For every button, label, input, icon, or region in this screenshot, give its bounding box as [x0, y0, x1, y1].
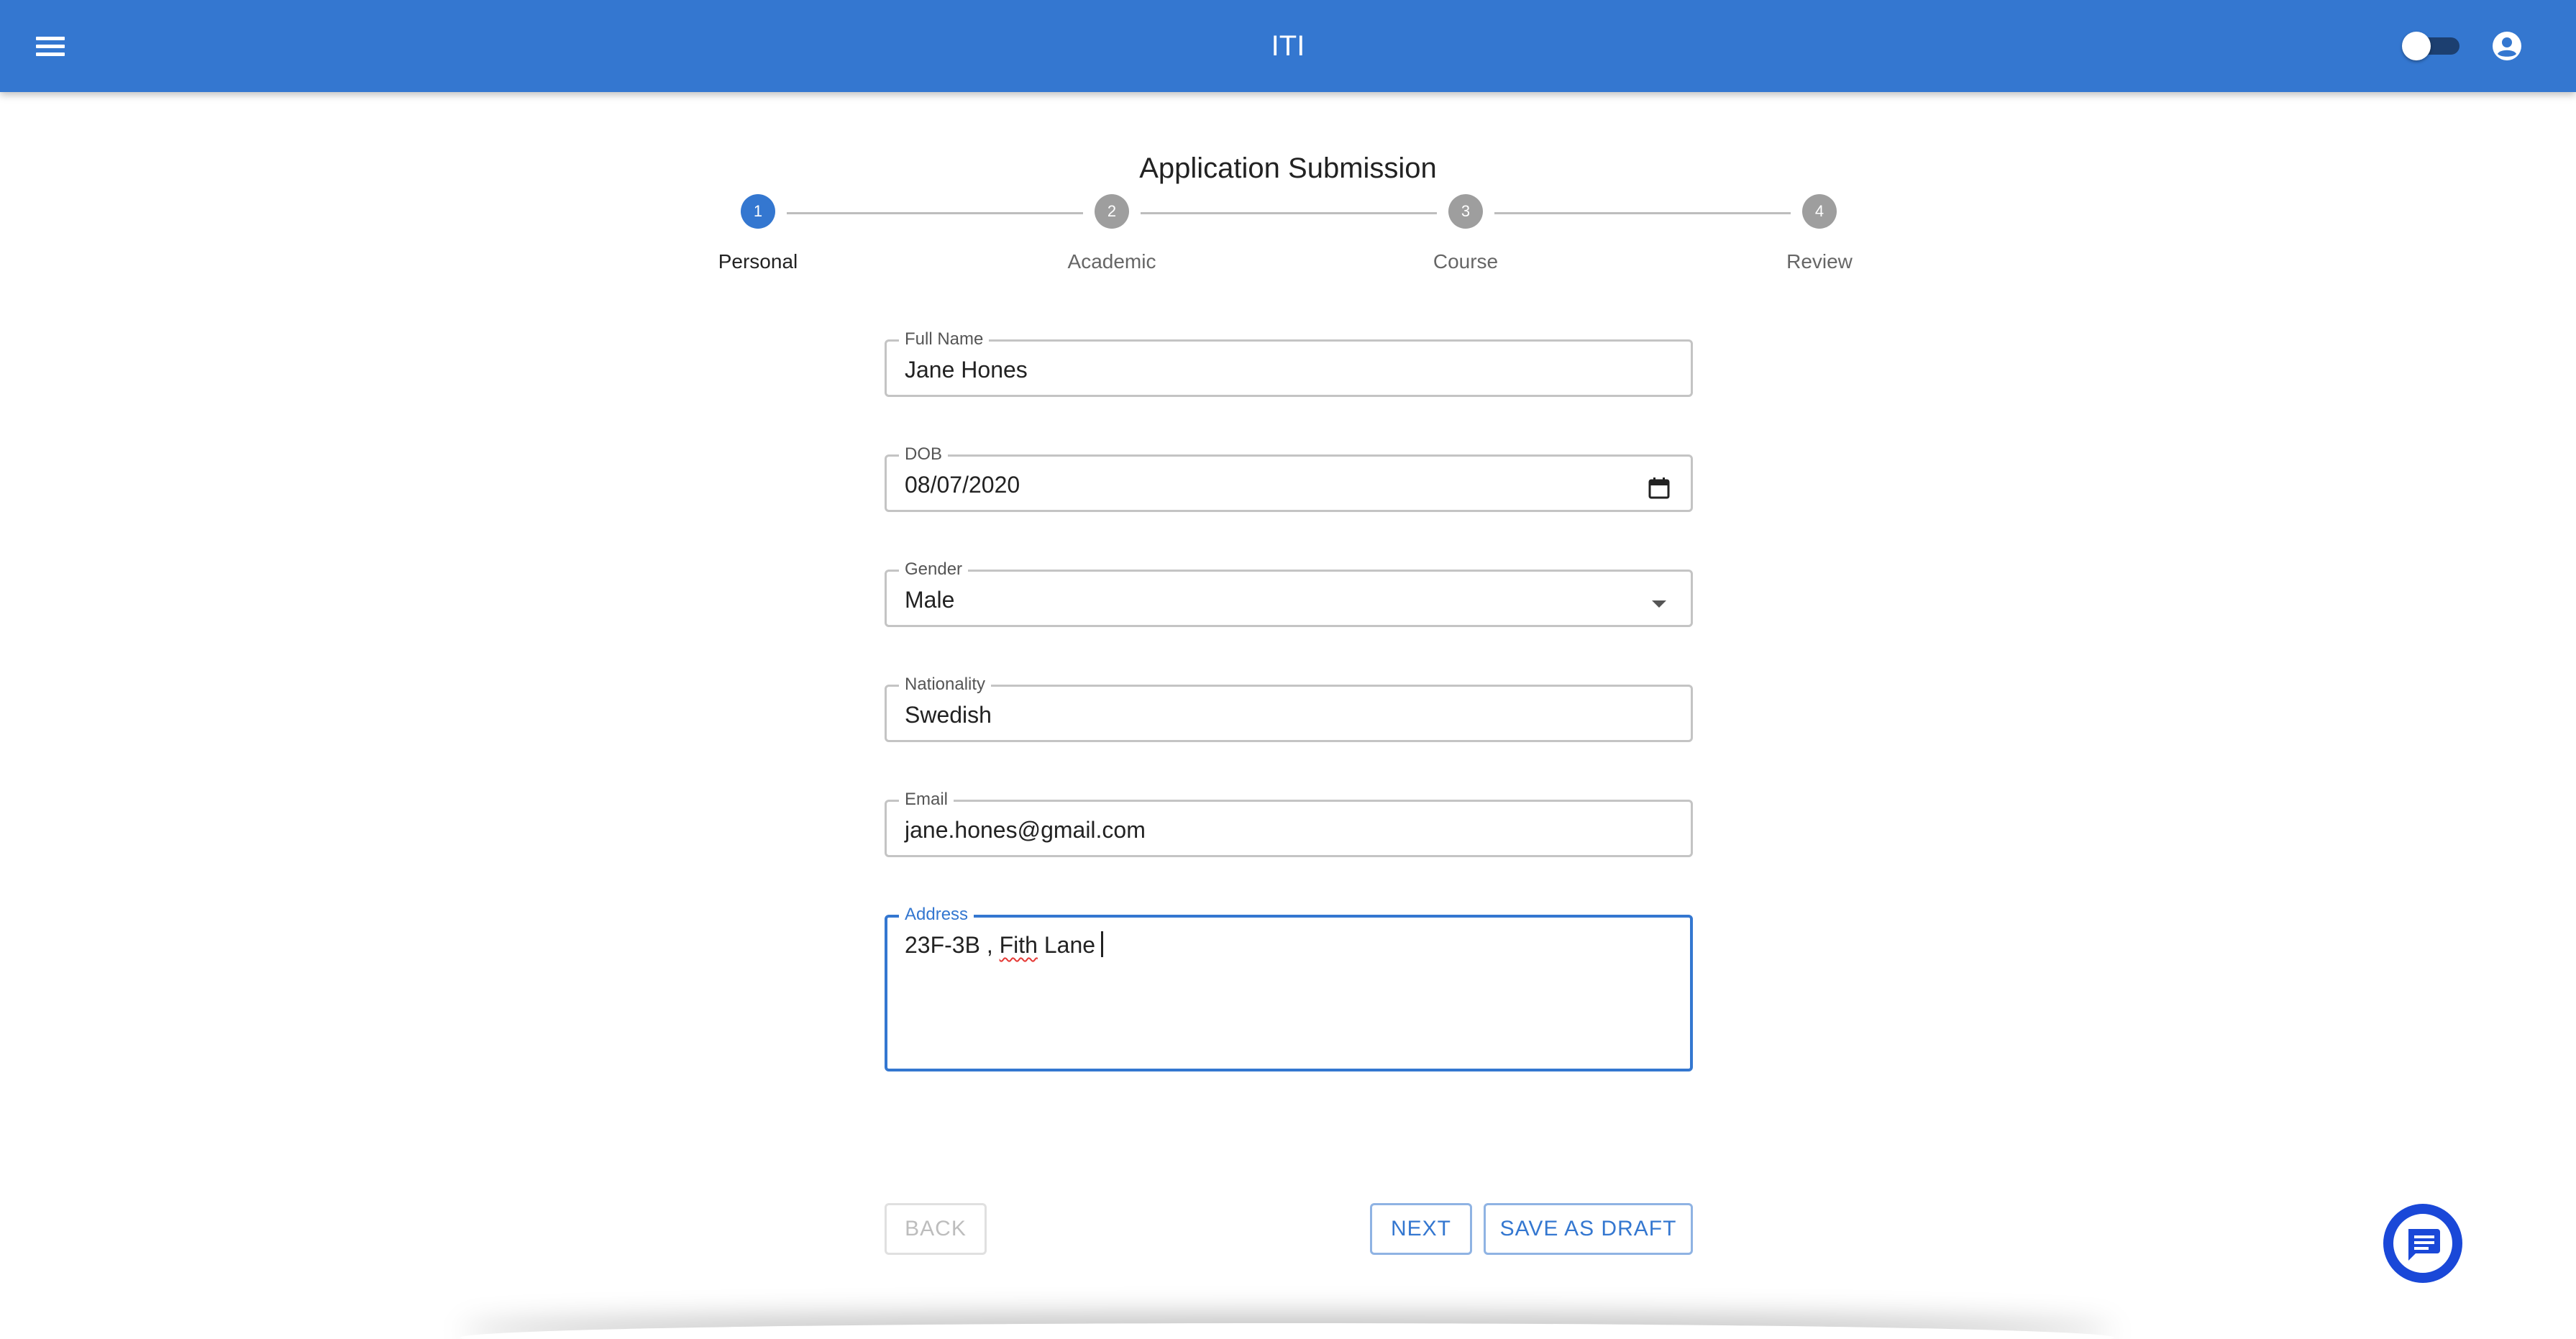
- dropdown-arrow-icon[interactable]: [1647, 591, 1671, 616]
- email-field[interactable]: Email jane.hones@gmail.com: [885, 790, 1693, 857]
- text-cursor: [1101, 931, 1104, 957]
- account-circle-icon[interactable]: [2490, 29, 2524, 63]
- email-label: Email: [899, 790, 954, 810]
- next-button[interactable]: NEXT: [1370, 1203, 1472, 1255]
- address-text-end: Lane: [1037, 932, 1096, 958]
- step-course[interactable]: 3 Course: [1372, 194, 1559, 273]
- gender-value: Male: [905, 587, 955, 613]
- address-label: Address: [899, 905, 974, 925]
- nationality-value: Swedish: [905, 702, 992, 728]
- spellcheck-word: Fith: [999, 932, 1038, 958]
- toggle-thumb: [2402, 32, 2431, 60]
- step-number: 3: [1448, 194, 1483, 229]
- address-field[interactable]: Address 23F-3B , Fith Lane: [885, 905, 1693, 1071]
- step-label: Course: [1433, 250, 1499, 273]
- step-review[interactable]: 4 Review: [1726, 194, 1913, 273]
- gender-field[interactable]: Gender Male: [885, 559, 1693, 627]
- full-name-value: Jane Hones: [905, 357, 1028, 383]
- nationality-input[interactable]: [885, 685, 1693, 742]
- theme-toggle[interactable]: [2402, 32, 2459, 60]
- step-label: Academic: [1067, 250, 1156, 273]
- address-value: 23F-3B , Fith Lane: [905, 931, 1104, 959]
- bottom-shadow: [460, 1323, 2114, 1339]
- gender-select[interactable]: [885, 570, 1693, 627]
- page-title: Application Submission: [1139, 152, 1437, 184]
- app-bar: ITI: [0, 0, 2576, 92]
- step-label: Review: [1786, 250, 1853, 273]
- step-number: 4: [1802, 194, 1837, 229]
- calendar-icon[interactable]: [1647, 476, 1671, 501]
- step-number: 2: [1095, 194, 1129, 229]
- app-title: ITI: [1271, 30, 1305, 62]
- dob-label: DOB: [899, 444, 949, 465]
- full-name-label: Full Name: [899, 329, 990, 349]
- app-root: ITI Application Submission 1 Personal 2 …: [0, 0, 2576, 1339]
- email-value: jane.hones@gmail.com: [905, 817, 1146, 843]
- nationality-field[interactable]: Nationality Swedish: [885, 675, 1693, 742]
- menu-icon[interactable]: [33, 29, 68, 63]
- full-name-field[interactable]: Full Name Jane Hones: [885, 329, 1693, 397]
- step-number: 1: [741, 194, 775, 229]
- address-text-start: 23F-3B ,: [905, 932, 1000, 958]
- step-personal[interactable]: 1 Personal: [664, 194, 851, 273]
- back-button[interactable]: BACK: [885, 1203, 987, 1255]
- dob-value: 08/07/2020: [905, 472, 1020, 498]
- dob-field[interactable]: DOB 08/07/2020: [885, 444, 1693, 512]
- nationality-label: Nationality: [899, 675, 992, 695]
- gender-label: Gender: [899, 559, 969, 580]
- step-label: Personal: [718, 250, 798, 273]
- step-academic[interactable]: 2 Academic: [1018, 194, 1205, 273]
- save-as-draft-button[interactable]: SAVE AS DRAFT: [1484, 1203, 1693, 1255]
- chat-icon[interactable]: [2383, 1203, 2463, 1284]
